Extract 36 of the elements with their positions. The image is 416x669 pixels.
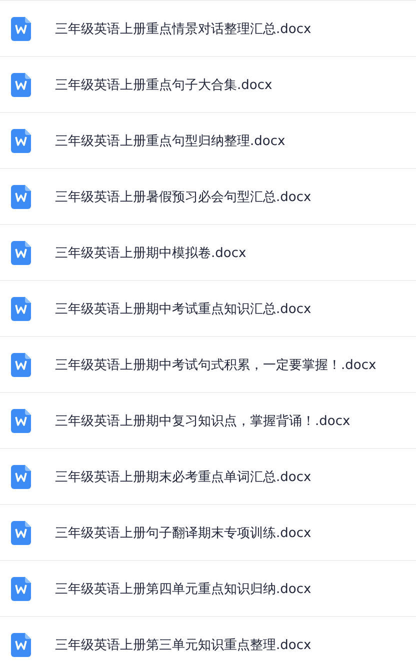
file-name: 三年级英语上册期中考试重点知识汇总.docx	[55, 300, 312, 318]
file-row[interactable]: 三年级英语上册期中模拟卷.docx	[0, 225, 416, 281]
word-document-icon	[11, 520, 31, 544]
file-name: 三年级英语上册期中复习知识点，掌握背诵！.docx	[55, 412, 350, 430]
file-row[interactable]: 三年级英语上册重点句型归纳整理.docx	[0, 113, 416, 169]
file-name: 三年级英语上册期中考试句式积累，一定要掌握！.docx	[55, 356, 376, 374]
word-document-icon	[11, 352, 31, 376]
word-document-icon	[11, 408, 31, 432]
word-document-icon	[11, 576, 31, 600]
word-document-icon	[11, 72, 31, 96]
file-name: 三年级英语上册暑假预习必会句型汇总.docx	[55, 188, 312, 206]
file-name: 三年级英语上册重点句型归纳整理.docx	[55, 132, 286, 150]
word-document-icon	[11, 240, 31, 264]
file-row[interactable]: 三年级英语上册句子翻译期末专项训练.docx	[0, 505, 416, 561]
word-document-icon	[11, 16, 31, 40]
file-name: 三年级英语上册句子翻译期末专项训练.docx	[55, 524, 312, 542]
file-row[interactable]: 三年级英语上册暑假预习必会句型汇总.docx	[0, 169, 416, 225]
file-row[interactable]: 三年级英语上册期中考试句式积累，一定要掌握！.docx	[0, 337, 416, 393]
word-document-icon	[11, 633, 31, 657]
file-name: 三年级英语上册重点句子大合集.docx	[55, 76, 272, 94]
file-row[interactable]: 三年级英语上册期末必考重点单词汇总.docx	[0, 449, 416, 505]
file-row[interactable]: 三年级英语上册期中复习知识点，掌握背诵！.docx	[0, 393, 416, 449]
file-name: 三年级英语上册期中模拟卷.docx	[55, 244, 246, 262]
word-document-icon	[11, 184, 31, 208]
word-document-icon	[11, 464, 31, 488]
file-name: 三年级英语上册期末必考重点单词汇总.docx	[55, 468, 312, 486]
file-row[interactable]: 三年级英语上册重点情景对话整理汇总.docx	[0, 1, 416, 57]
word-document-icon	[11, 296, 31, 320]
file-name: 三年级英语上册第三单元知识重点整理.docx	[55, 637, 312, 654]
word-document-icon	[11, 128, 31, 152]
file-row[interactable]: 三年级英语上册重点句子大合集.docx	[0, 57, 416, 113]
file-row[interactable]: 三年级英语上册第四单元重点知识归纳.docx	[0, 561, 416, 617]
file-row[interactable]: 三年级英语上册第三单元知识重点整理.docx	[0, 617, 416, 669]
file-name: 三年级英语上册重点情景对话整理汇总.docx	[55, 20, 312, 38]
file-row[interactable]: 三年级英语上册期中考试重点知识汇总.docx	[0, 281, 416, 337]
file-name: 三年级英语上册第四单元重点知识归纳.docx	[55, 580, 312, 598]
